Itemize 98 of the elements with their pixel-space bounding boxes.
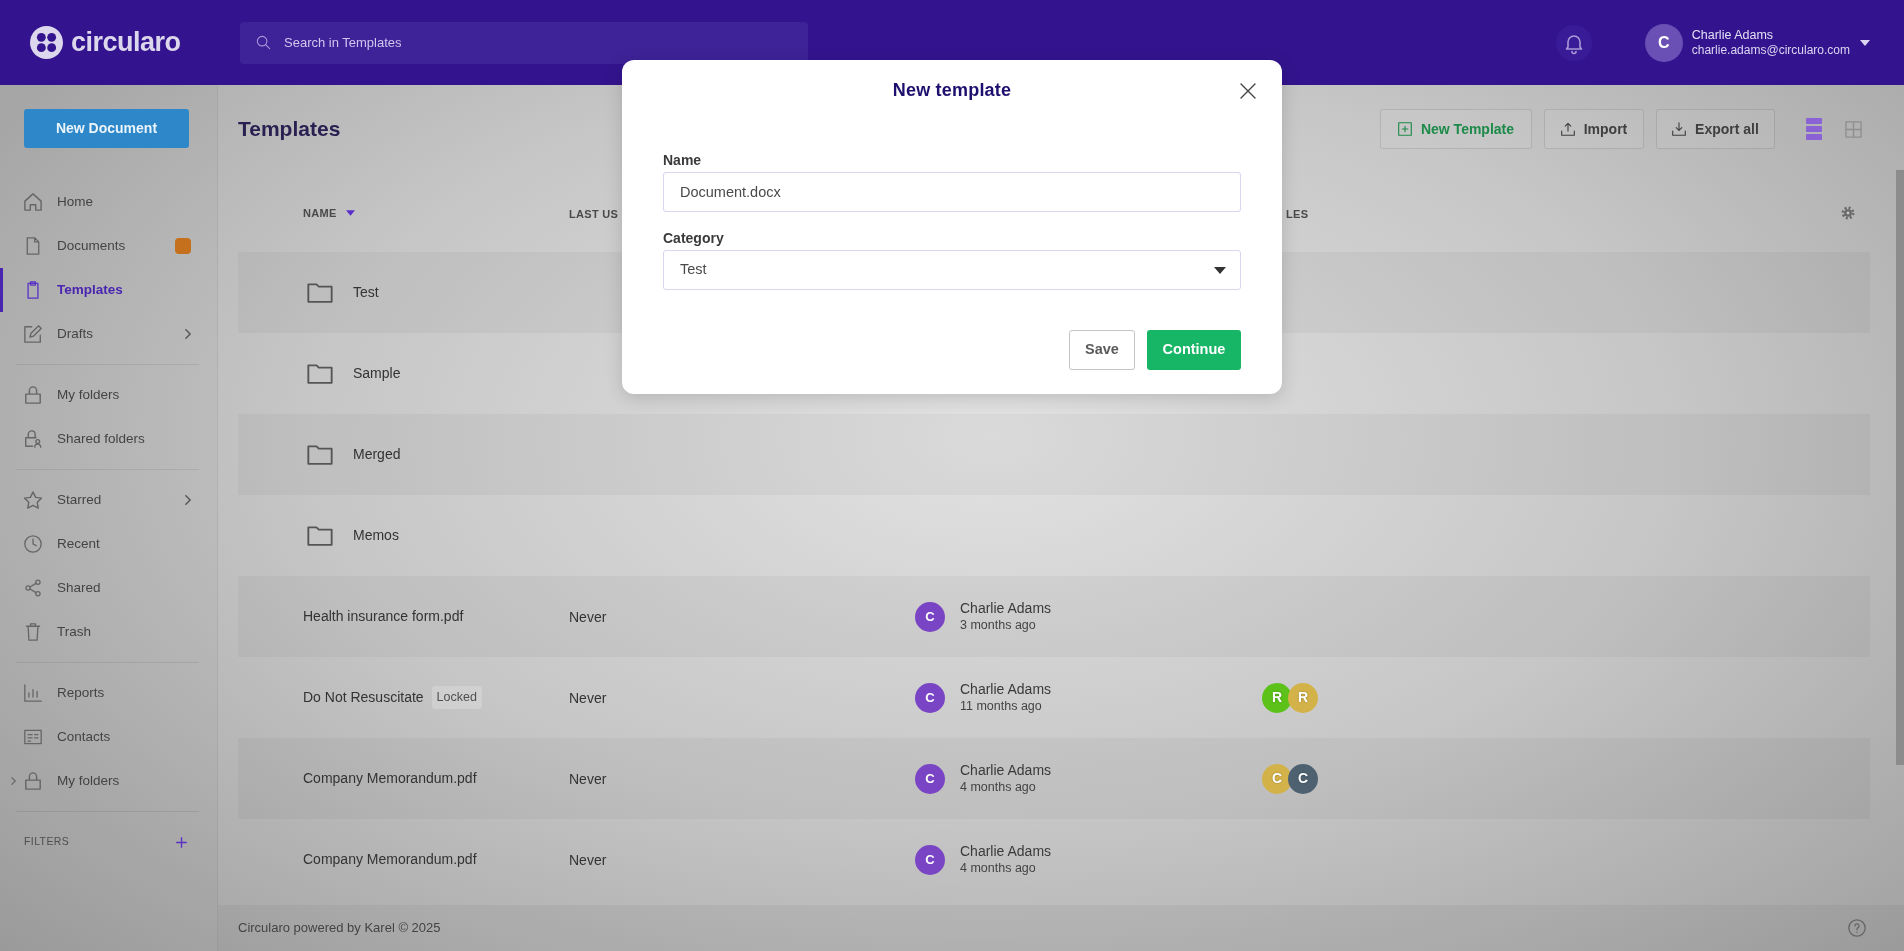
close-icon[interactable] (1240, 83, 1256, 99)
creator-name: Charlie Adams (960, 599, 1052, 617)
last-used-text: Never (569, 608, 607, 625)
share-icon (24, 579, 42, 597)
logo-icon (30, 26, 63, 59)
sidebar-item[interactable]: Trash (0, 610, 217, 654)
continue-button[interactable]: Continue (1147, 330, 1241, 370)
text-input[interactable]: Document.docx (663, 172, 1241, 212)
lock-icon (24, 772, 42, 790)
user-avatar: C (915, 601, 945, 632)
folder-icon (307, 525, 333, 546)
lock-icon (24, 386, 42, 404)
search-field[interactable]: Search in Templates (240, 21, 808, 64)
file-name[interactable]: Company Memorandum.pdf (303, 768, 477, 789)
folder-name[interactable]: Memos (353, 525, 399, 546)
plus-icon[interactable] (176, 836, 187, 848)
folder-icon (307, 444, 333, 465)
sidebar-item[interactable]: My folders (0, 373, 217, 417)
clipboard-icon (24, 281, 42, 299)
footer-text: Circularo powered by Karel © 2025 (238, 919, 441, 938)
folder-icon (307, 282, 333, 303)
star-icon (24, 491, 42, 509)
sidebar-item[interactable]: Shared folders (0, 417, 217, 461)
bar-chart-icon (24, 684, 42, 702)
search-icon (256, 34, 271, 50)
user-avatar: C (915, 682, 945, 713)
folder-name[interactable]: Merged (353, 444, 401, 465)
user-name: Charlie Adams (1691, 27, 1775, 43)
column-header[interactable]: LAST US (569, 208, 619, 220)
chevron-right-icon[interactable] (185, 329, 191, 339)
last-used-text: Never (569, 689, 607, 706)
user-avatar: C (915, 763, 945, 794)
page-title: Templates (238, 116, 341, 142)
gear-icon[interactable] (1841, 206, 1855, 220)
new-document-button[interactable]: New Document (24, 109, 189, 148)
folder-name[interactable]: Sample (353, 363, 401, 384)
last-used-text: Never (569, 770, 607, 787)
sidebar-item[interactable]: Reports (0, 671, 217, 715)
user-email: charlie.adams@circularo.com (1691, 42, 1850, 58)
help-icon[interactable] (1848, 919, 1866, 937)
sidebar-item[interactable]: Documents (0, 224, 217, 268)
sidebar-item[interactable]: Drafts (0, 312, 217, 356)
caret-down-icon[interactable] (1860, 39, 1870, 46)
file-name[interactable]: Health insurance form.pdf (303, 606, 464, 627)
download-icon (1672, 122, 1687, 136)
folder-icon (307, 363, 333, 384)
clock-icon (24, 535, 42, 553)
document-icon (24, 237, 42, 255)
last-used-text: Never (569, 851, 607, 868)
lock-user-icon (24, 430, 42, 448)
sidebar-item[interactable]: Contacts (0, 715, 217, 759)
home-icon (24, 193, 42, 211)
status-tag: Locked (431, 686, 482, 709)
id-card-icon (24, 728, 42, 746)
bell-icon[interactable] (1555, 24, 1592, 61)
edit-icon (24, 325, 42, 343)
role-avatar: C (1262, 763, 1292, 794)
role-avatar: R (1262, 682, 1292, 713)
sidebar-item[interactable]: Recent (0, 522, 217, 566)
import-button[interactable]: Import (1544, 109, 1644, 149)
sidebar-item[interactable]: Templates (0, 268, 217, 312)
user-avatar: C (915, 844, 945, 875)
chevron-right-icon[interactable] (185, 495, 191, 505)
user-avatar[interactable]: C (1644, 23, 1683, 62)
role-avatar: R (1288, 682, 1318, 713)
creator-name: Charlie Adams (960, 842, 1052, 860)
sidebar-item[interactable]: Shared (0, 566, 217, 610)
field-label: Name (663, 152, 703, 169)
folder-name[interactable]: Test (353, 282, 379, 303)
column-header[interactable]: NAME (303, 204, 337, 222)
file-name[interactable]: Do Not Resuscitate (303, 687, 424, 708)
field-label: Category (663, 230, 725, 247)
upload-icon (1560, 122, 1575, 136)
modified-time: 4 months ago (960, 859, 1037, 877)
trash-icon (24, 623, 42, 641)
column-header[interactable]: LES (1286, 208, 1309, 220)
new-template-button[interactable]: New Template (1380, 109, 1532, 149)
dropdown-select[interactable]: Test (663, 250, 1241, 290)
chevron-right-icon[interactable] (11, 777, 16, 785)
caret-down-icon (1214, 266, 1226, 274)
dialog-title: New template (892, 80, 1012, 102)
creator-name: Charlie Adams (960, 761, 1052, 779)
sidebar-item[interactable]: Home (0, 180, 217, 224)
logo-text: circularo (71, 29, 181, 56)
scrollbar-thumb[interactable] (1896, 170, 1904, 765)
sort-caret-icon[interactable] (345, 210, 355, 216)
sidebar-item[interactable]: My folders (0, 759, 217, 803)
list-view-icon[interactable] (1806, 118, 1822, 140)
export-button[interactable]: Export all (1656, 109, 1775, 149)
save-button[interactable]: Save (1069, 330, 1135, 370)
sidebar-item[interactable]: Starred (0, 478, 217, 522)
modified-time: 4 months ago (960, 778, 1037, 796)
modified-time: 3 months ago (960, 616, 1037, 634)
role-avatar: C (1288, 763, 1318, 794)
modified-time: 11 months ago (960, 697, 1043, 715)
creator-name: Charlie Adams (960, 680, 1052, 698)
filters-label: FILTERS (24, 834, 70, 850)
file-name[interactable]: Company Memorandum.pdf (303, 849, 477, 870)
